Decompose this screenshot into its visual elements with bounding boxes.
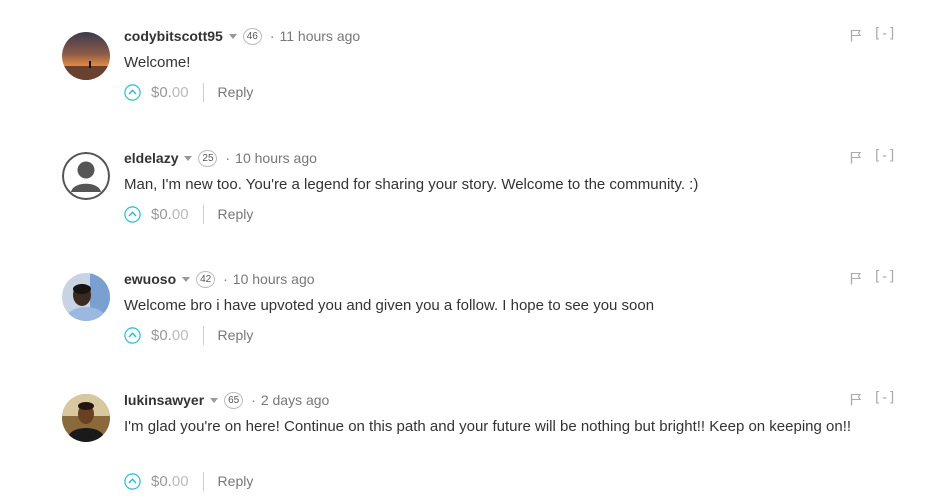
reply-button[interactable]: Reply [218,206,254,222]
payout-value[interactable]: $0.00 [151,206,189,223]
chevron-up-circle-icon[interactable] [124,472,141,490]
reputation-badge: 65 [224,391,244,409]
comment: lukinsawyer 65 · 2 days ago [-] I'm glad… [0,390,929,500]
separator: · [223,271,228,287]
reputation-badge: 25 [198,149,218,167]
caret-down-icon[interactable] [210,398,219,403]
collapse-toggle[interactable]: [-] [873,26,896,42]
payout-value[interactable]: $0.00 [151,473,189,490]
chevron-up-circle-icon[interactable] [124,205,141,223]
flag-icon[interactable] [850,29,862,42]
comment-footer: $0.00 Reply [124,81,253,103]
comment-footer: $0.00 Reply [124,324,253,346]
caret-down-icon[interactable] [184,156,193,161]
author-name[interactable]: codybitscott95 [124,28,223,44]
divider [202,204,204,224]
comment-body: I'm glad you're on here! Continue on thi… [124,418,852,435]
comment: codybitscott95 46 · 11 hours ago [-] Wel… [0,26,929,106]
collapse-toggle[interactable]: [-] [873,390,896,406]
caret-down-icon[interactable] [228,34,237,39]
flag-icon[interactable] [850,272,862,285]
comment-body: Welcome! [124,54,191,71]
reply-button[interactable]: Reply [218,327,254,343]
comment: eldelazy 25 · 10 hours ago [-] Man, I'm … [0,148,929,228]
divider [202,325,204,345]
comment-header: eldelazy 25 · 10 hours ago [124,148,317,168]
collapse-toggle[interactable]: [-] [873,269,896,285]
author-name[interactable]: eldelazy [124,150,178,166]
timestamp[interactable]: 10 hours ago [235,150,317,166]
author-name[interactable]: lukinsawyer [124,392,204,408]
timestamp[interactable]: 11 hours ago [279,28,360,44]
avatar[interactable] [62,32,110,80]
comment: ewuoso 42 · 10 hours ago [-] Welcome bro… [0,269,929,349]
divider [202,471,204,491]
comment-header: ewuoso 42 · 10 hours ago [124,269,315,289]
flag-icon[interactable] [850,151,862,164]
separator: · [225,150,231,166]
timestamp[interactable]: 10 hours ago [233,271,315,287]
caret-down-icon[interactable] [182,277,191,282]
separator: · [269,28,275,44]
avatar[interactable] [62,273,110,321]
payout-value[interactable]: $0.00 [151,84,189,101]
avatar[interactable] [62,152,110,200]
divider [202,82,204,102]
reply-button[interactable]: Reply [218,84,254,100]
comment-body: Man, I'm new too. You're a legend for sh… [124,176,699,193]
payout-value[interactable]: $0.00 [151,327,189,344]
reputation-badge: 46 [242,27,262,45]
reputation-badge: 42 [196,270,216,288]
reply-button[interactable]: Reply [218,473,254,489]
comment-footer: $0.00 Reply [124,203,253,225]
comment-body: Welcome bro i have upvoted you and given… [124,297,655,314]
chevron-up-circle-icon[interactable] [124,326,141,344]
flag-icon[interactable] [850,393,862,406]
timestamp[interactable]: 2 days ago [261,392,330,408]
comment-header: lukinsawyer 65 · 2 days ago [124,390,329,410]
avatar[interactable] [62,394,110,442]
chevron-up-circle-icon[interactable] [124,83,141,101]
collapse-toggle[interactable]: [-] [873,148,896,164]
author-name[interactable]: ewuoso [124,271,176,287]
comment-header: codybitscott95 46 · 11 hours ago [124,26,360,46]
comment-footer: $0.00 Reply [124,470,253,492]
separator: · [251,392,256,408]
